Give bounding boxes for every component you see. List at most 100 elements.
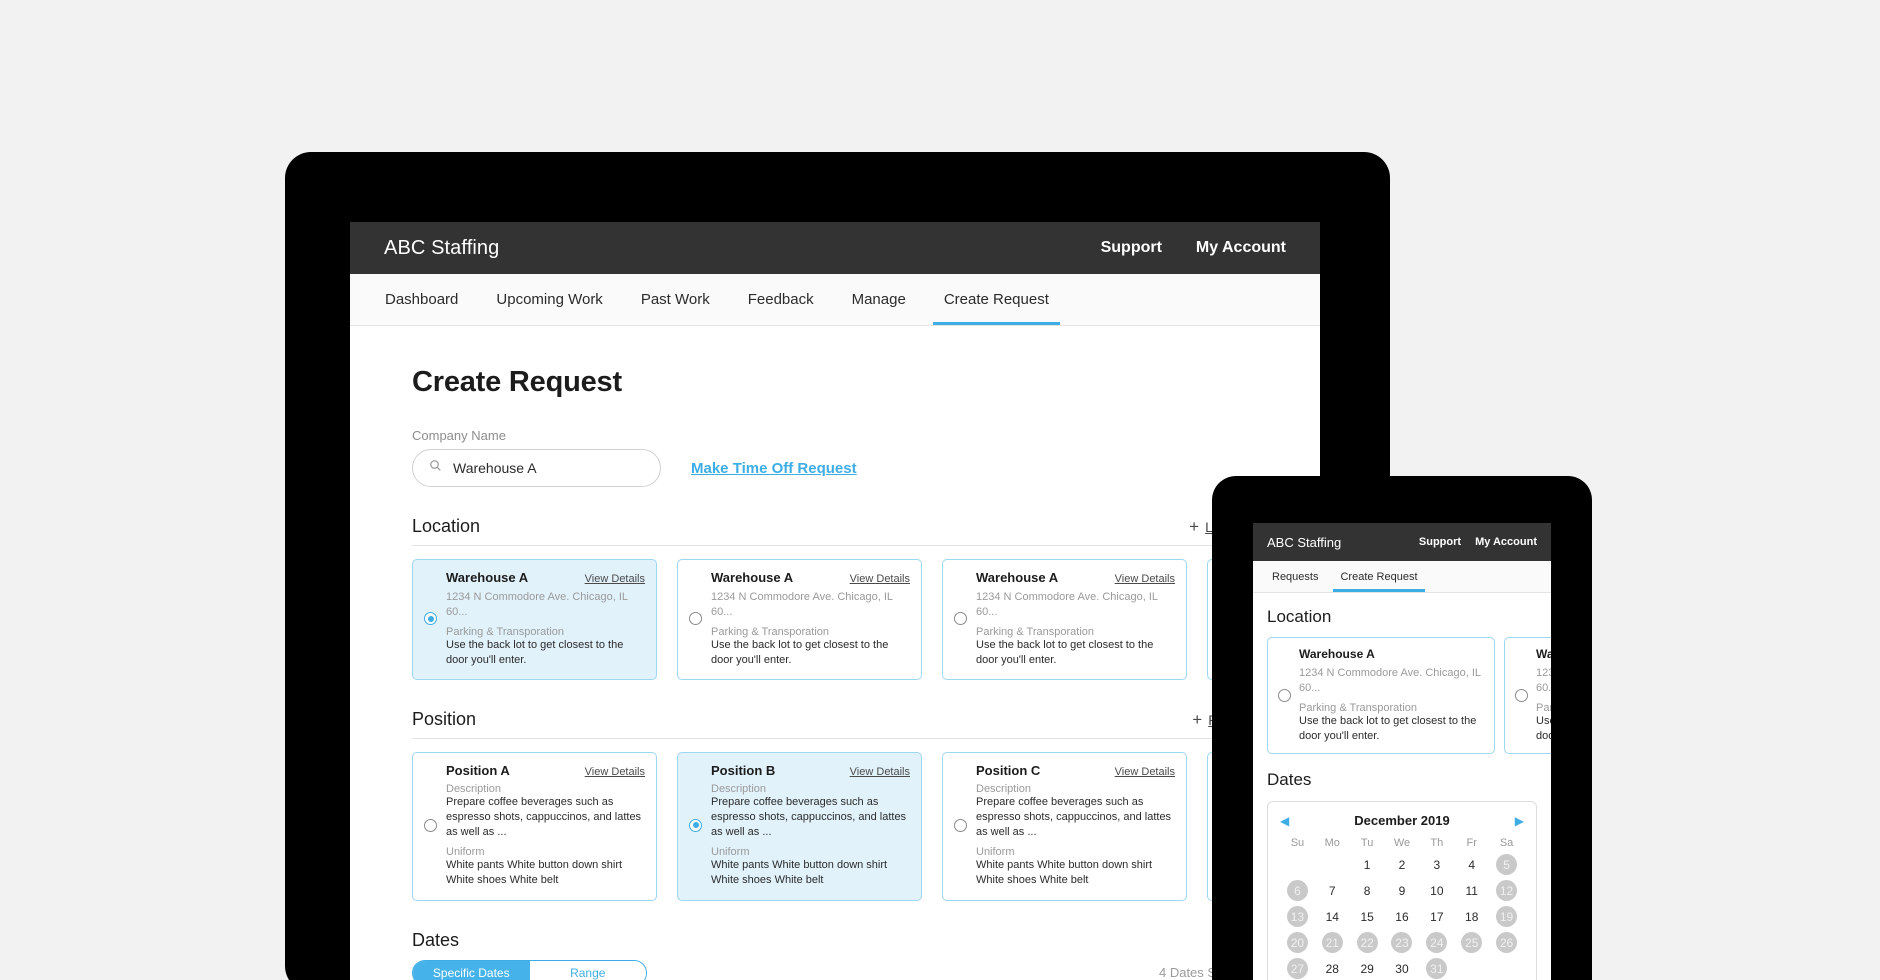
mobile-calendar-day[interactable]: 16	[1391, 906, 1412, 927]
mobile-calendar-day[interactable]: 30	[1391, 958, 1412, 979]
location-card[interactable]: Warehouse A View Details 1234 N Commodore …	[677, 559, 922, 681]
my-account-link[interactable]: My Account	[1196, 239, 1286, 257]
mobile-calendar-day[interactable]: 3	[1426, 854, 1447, 875]
view-details-link[interactable]: View Details	[1115, 766, 1175, 778]
mobile-calendar-day[interactable]: 9	[1391, 880, 1412, 901]
mobile-device-frame: ABC Staffing Support My Account Requests…	[1212, 476, 1592, 980]
location-address: 1234 N Commodore Ave. Chicago, IL 60...	[711, 591, 893, 618]
mobile-calendar-day[interactable]: 20	[1286, 932, 1308, 954]
mobile-calendar-day[interactable]: 4	[1461, 854, 1482, 875]
mobile-location-card[interactable]: Warehouse A 1234 N Commodore Ave. Chicago…	[1504, 637, 1551, 755]
mobile-calendar-day[interactable]: 19	[1496, 906, 1518, 928]
mobile-calendar-day[interactable]: 14	[1322, 906, 1343, 927]
mobile-calendar-day[interactable]: 1	[1357, 854, 1378, 875]
mobile-tab-requests[interactable]: Requests	[1261, 561, 1329, 592]
mobile-calendar-day[interactable]: 29	[1357, 958, 1378, 979]
chevron-left-icon[interactable]: ◀	[1280, 812, 1289, 828]
view-details-link[interactable]: View Details	[585, 766, 645, 778]
view-details-link[interactable]: View Details	[1115, 573, 1175, 585]
mobile-calendar-day[interactable]: 17	[1426, 906, 1447, 927]
dates-toggle-option-range[interactable]: Range	[529, 960, 646, 980]
mobile-calendar-dow: Mo	[1324, 837, 1340, 850]
mobile-calendar-day[interactable]: 5	[1496, 854, 1518, 876]
mobile-app-brand: ABC Staffing	[1267, 534, 1342, 550]
mobile-my-account-link[interactable]: My Account	[1475, 536, 1537, 548]
location-card-title: Warehouse A	[446, 570, 529, 585]
tab-feedback[interactable]: Feedback	[729, 274, 833, 325]
mobile-calendar-day[interactable]: 23	[1391, 932, 1413, 954]
position-radio[interactable]	[954, 763, 967, 887]
location-card[interactable]: Warehouse A View Details 1234 N Commodore …	[412, 559, 657, 681]
mobile-calendar-dow: Tu	[1360, 837, 1374, 850]
position-card-body: Position A View Details Description Prepare…	[446, 763, 645, 887]
view-details-link[interactable]: View Details	[585, 573, 645, 585]
tab-dashboard[interactable]: Dashboard	[366, 274, 477, 325]
tab-upcoming-work[interactable]: Upcoming Work	[477, 274, 621, 325]
tab-past-work[interactable]: Past Work	[622, 274, 729, 325]
mobile-calendar-day[interactable]: 11	[1461, 880, 1482, 901]
mobile-calendar-day[interactable]: 28	[1322, 958, 1343, 979]
view-details-link[interactable]: View Details	[850, 766, 910, 778]
position-description-label: Description	[711, 783, 767, 796]
mobile-calendar-day[interactable]: 15	[1357, 906, 1378, 927]
dates-mode-toggle[interactable]: Specific Dates Range	[412, 959, 647, 980]
mobile-calendar-day[interactable]: 6	[1286, 880, 1308, 902]
view-details-link[interactable]: View Details	[850, 573, 910, 585]
location-radio[interactable]	[424, 570, 437, 667]
mobile-content: Location Warehouse A 1234 N Commodore Ave…	[1253, 593, 1551, 980]
position-card[interactable]: Position A View Details Description Prepare…	[412, 752, 657, 901]
make-time-off-request-link[interactable]: Make Time Off Request	[691, 460, 857, 477]
mobile-calendar-dow: Th	[1430, 837, 1444, 850]
mobile-calendar-day[interactable]: 27	[1286, 958, 1308, 980]
mobile-calendar-day[interactable]: 12	[1496, 880, 1518, 902]
mobile-calendar-day[interactable]: 26	[1496, 932, 1518, 954]
position-description: Prepare coffee beverages such as espress…	[711, 796, 907, 839]
mobile-location-radio[interactable]	[1278, 647, 1291, 743]
position-uniform-label: Uniform	[446, 845, 485, 858]
mobile-calendar-day[interactable]: 21	[1321, 932, 1343, 954]
mobile-support-link[interactable]: Support	[1419, 536, 1461, 548]
position-card[interactable]: Position C View Details Description Prepare…	[942, 752, 1187, 901]
search-icon	[429, 459, 442, 477]
desktop-screen: ABC Staffing Support My Account Dashboar…	[350, 222, 1320, 980]
position-card-title: Position A	[446, 763, 510, 779]
location-parking-text: Use the back lot to get closest to the d…	[446, 638, 624, 666]
dates-toggle-option-specific-dates[interactable]: Specific Dates	[413, 960, 530, 980]
mobile-calendar-day[interactable]: 13	[1286, 906, 1308, 928]
location-card-row: Warehouse A View Details 1234 N Commodore …	[412, 559, 1320, 681]
position-card[interactable]: Position B View Details Description Prepare…	[677, 752, 922, 901]
location-radio[interactable]	[689, 570, 702, 667]
mobile-calendar-day[interactable]: 8	[1357, 880, 1378, 901]
mobile-calendar-day[interactable]: 2	[1391, 854, 1412, 875]
mobile-calendar-day[interactable]: 10	[1426, 880, 1447, 901]
location-radio[interactable]	[954, 570, 967, 667]
position-section-title: Position	[412, 709, 477, 730]
mobile-calendar-day[interactable]: 7	[1322, 880, 1343, 901]
support-link[interactable]: Support	[1101, 239, 1162, 257]
screenshot-stage: ABC Staffing Support My Account Dashboar…	[0, 0, 1880, 980]
mobile-calendar-grid: Su Mo Tu We Th Fr Sa 1 2 3 4 5 6 7 8 9 10 11 12 13 14 15 16 17 1…	[1280, 837, 1524, 980]
mobile-calendar-day[interactable]: 24	[1426, 932, 1448, 954]
tab-manage[interactable]: Manage	[833, 274, 925, 325]
location-card-title: Warehouse A	[976, 570, 1059, 585]
position-radio[interactable]	[424, 763, 437, 887]
mobile-location-radio[interactable]	[1515, 647, 1528, 743]
mobile-location-card[interactable]: Warehouse A 1234 N Commodore Ave. Chicago…	[1267, 637, 1495, 755]
mobile-calendar-day[interactable]: 18	[1461, 906, 1482, 927]
mobile-calendar-day[interactable]: 22	[1356, 932, 1378, 954]
mobile-screen: ABC Staffing Support My Account Requests…	[1253, 523, 1551, 980]
location-card-body: Warehouse A View Details 1234 N Commodore …	[711, 570, 910, 667]
mobile-location-card-body: Warehouse A 1234 N Commodore Ave. Chicago…	[1536, 647, 1551, 743]
mobile-calendar-dow: Fr	[1466, 837, 1477, 850]
location-card[interactable]: Warehouse A View Details 1234 N Commodore …	[942, 559, 1187, 681]
mobile-tab-bar: Requests Create Request	[1253, 561, 1551, 593]
company-search-input[interactable]: Warehouse A	[412, 449, 661, 487]
tab-create-request[interactable]: Create Request	[925, 274, 1068, 325]
mobile-location-section-title: Location	[1267, 607, 1332, 626]
mobile-calendar-day[interactable]: 31	[1426, 958, 1448, 980]
mobile-tab-create-request[interactable]: Create Request	[1329, 561, 1428, 592]
mobile-calendar-day[interactable]: 25	[1461, 932, 1483, 954]
position-radio[interactable]	[689, 763, 702, 887]
chevron-right-icon[interactable]: ▶	[1515, 812, 1524, 828]
position-description-label: Description	[446, 783, 502, 796]
